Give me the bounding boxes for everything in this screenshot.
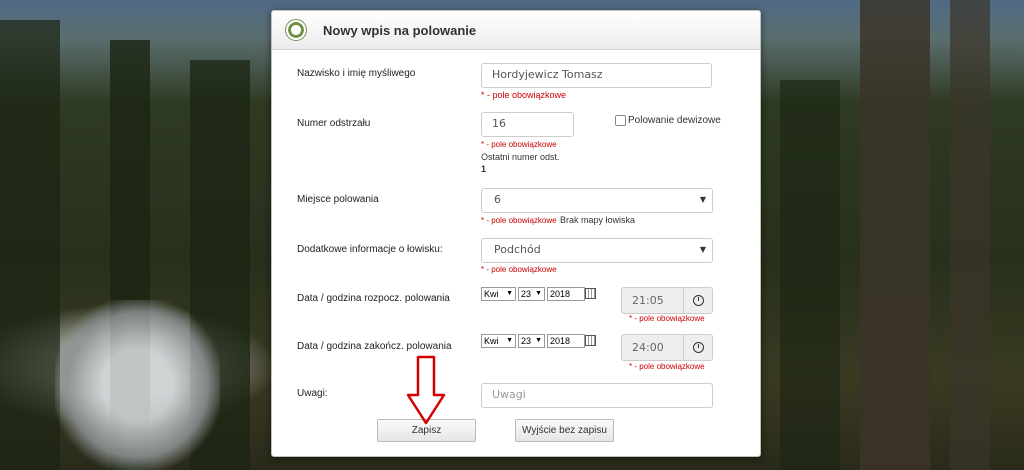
hunter-name-input[interactable]: Hordyjewicz Tomasz [481, 63, 712, 88]
end-year-input[interactable]: 2018 [547, 334, 585, 348]
start-day-select[interactable]: 23 ▼ [518, 287, 545, 301]
start-time-field[interactable]: 21:05 [621, 287, 713, 314]
extra-info-select[interactable]: Podchód ▼ [481, 238, 713, 263]
last-shot-number-value: 1 [481, 164, 487, 174]
end-time-field[interactable]: 24:00 [621, 334, 713, 361]
end-time-picker-button[interactable] [683, 335, 712, 360]
hunt-place-value: 6 [494, 193, 501, 206]
end-day-select[interactable]: 23 ▼ [518, 334, 545, 348]
chevron-down-icon: ▼ [506, 337, 513, 344]
hunter-required-note: * - pole obowiązkowe [481, 90, 567, 100]
calendar-icon[interactable] [585, 288, 596, 299]
hunter-name-label: Nazwisko i imię myśliwego [297, 68, 416, 79]
chevron-down-icon: ▼ [699, 195, 706, 204]
end-required-note: * - pole obowiązkowe [629, 362, 705, 371]
hunt-place-label: Miejsce polowania [297, 194, 379, 205]
end-time-value: 24:00 [632, 341, 664, 354]
shot-number-label: Numer odstrzału [297, 118, 371, 129]
red-down-arrow-annotation [406, 355, 446, 425]
hunting-club-logo-icon [285, 19, 307, 41]
shot-number-required-note: * - pole obowiązkowe [481, 140, 557, 149]
foreign-hunt-label: Polowanie dewizowe [628, 115, 721, 126]
exit-without-saving-button[interactable]: Wyjście bez zapisu [515, 419, 614, 442]
dialog-header: Nowy wpis na polowanie [272, 11, 760, 50]
extra-info-label: Dodatkowe informacje o łowisku: [297, 244, 443, 255]
last-shot-number-label: Ostatni numer odst. [481, 152, 560, 162]
new-hunt-entry-dialog: Nowy wpis na polowanie Nazwisko i imię m… [271, 10, 761, 457]
notes-label: Uwagi: [297, 388, 328, 399]
end-month-select[interactable]: Kwi ▼ [481, 334, 516, 348]
extra-info-required-note: * - pole obowiązkowe [481, 265, 557, 274]
shot-number-input[interactable]: 16 [481, 112, 574, 137]
end-datetime-label: Data / godzina zakończ. polowania [297, 341, 452, 352]
extra-info-value: Podchód [494, 243, 541, 256]
start-time-value: 21:05 [632, 294, 664, 307]
start-month-select[interactable]: Kwi ▼ [481, 287, 516, 301]
dialog-title: Nowy wpis na polowanie [323, 22, 477, 38]
clock-icon [692, 295, 704, 306]
hunt-place-select[interactable]: 6 ▼ [481, 188, 713, 213]
no-map-note: Brak mapy łowiska [560, 215, 636, 225]
end-day-value: 23 [521, 336, 532, 346]
start-month-value: Kwi [484, 289, 499, 299]
calendar-icon[interactable] [585, 335, 596, 346]
chevron-down-icon: ▼ [535, 337, 542, 344]
start-time-picker-button[interactable] [683, 288, 712, 313]
start-datetime-label: Data / godzina rozpocz. polowania [297, 293, 450, 304]
chevron-down-icon: ▼ [535, 290, 542, 297]
end-month-value: Kwi [484, 336, 499, 346]
start-year-input[interactable]: 2018 [547, 287, 585, 301]
foreign-hunt-checkbox[interactable] [615, 115, 626, 126]
chevron-down-icon: ▼ [699, 245, 706, 254]
notes-input[interactable]: Uwagi [481, 383, 713, 408]
start-required-note: * - pole obowiązkowe [629, 314, 705, 323]
hunt-place-required-note: * - pole obowiązkowe [481, 216, 557, 225]
chevron-down-icon: ▼ [506, 290, 513, 297]
start-day-value: 23 [521, 289, 532, 299]
clock-icon [692, 342, 704, 353]
